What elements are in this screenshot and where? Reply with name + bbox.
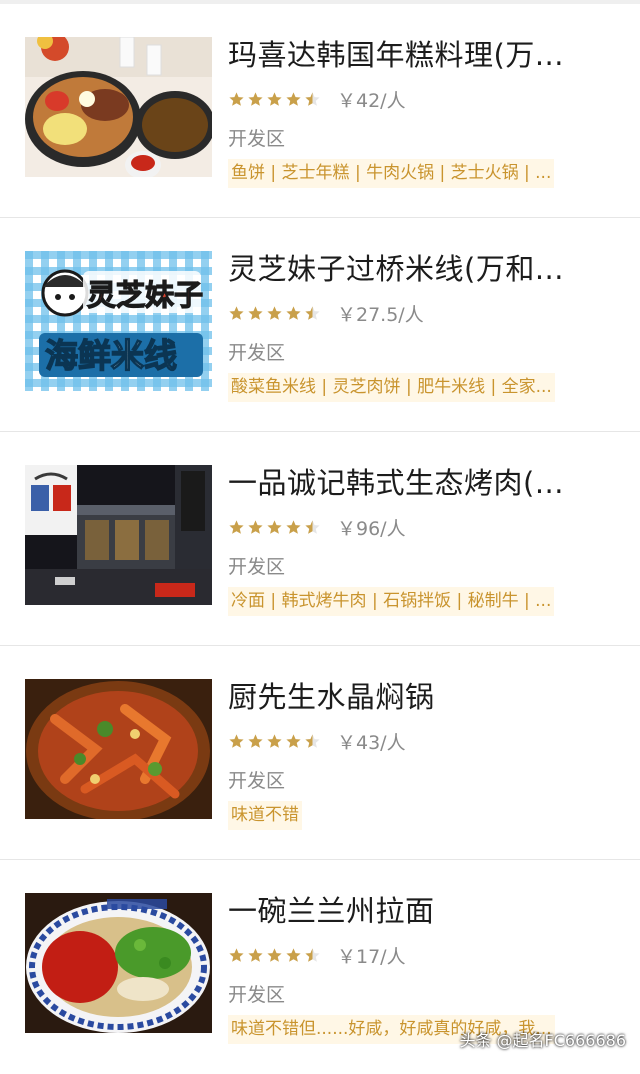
logo-brand-text: 灵芝妹子	[87, 278, 203, 312]
district-label: 开发区	[228, 556, 286, 578]
star-icon	[229, 305, 244, 320]
star-icon	[286, 733, 301, 748]
half-star-icon	[305, 519, 320, 534]
rating-row: ￥42/人	[228, 86, 406, 112]
star-icon	[286, 519, 301, 534]
dish-tags: 冷面 | 韩式烤牛肉 | 石锅拌饭 | 秘制牛 | ...	[228, 587, 555, 616]
restaurant-photo[interactable]	[25, 37, 212, 177]
star-rating	[228, 305, 321, 322]
star-icon	[286, 91, 301, 106]
restaurant-photo[interactable]	[25, 679, 212, 819]
star-icon	[229, 519, 244, 534]
star-icon	[286, 305, 301, 320]
restaurant-photo[interactable]: 灵芝妹子 海鲜米线	[25, 251, 212, 391]
rating-row: ￥43/人	[228, 728, 406, 754]
rating-row: ￥27.5/人	[228, 300, 424, 326]
star-rating	[228, 91, 321, 108]
restaurant-card[interactable]: 厨先生水晶焖锅 ￥43/人 开发区 味道不错	[0, 646, 640, 860]
star-icon	[229, 733, 244, 748]
star-icon	[248, 519, 263, 534]
rating-row: ￥96/人	[228, 514, 406, 540]
star-icon	[229, 91, 244, 106]
star-icon	[267, 519, 282, 534]
dish-tags: 酸菜鱼米线 | 灵芝肉饼 | 肥牛米线 | 全家...	[228, 373, 555, 402]
restaurant-name[interactable]: 厨先生水晶焖锅	[228, 677, 588, 717]
half-star-icon	[305, 733, 320, 748]
half-star-icon	[305, 305, 320, 320]
price-per-person: ￥27.5/人	[337, 303, 424, 326]
star-icon	[267, 947, 282, 962]
star-rating	[228, 733, 321, 750]
rating-row: ￥17/人	[228, 942, 406, 968]
restaurant-photo[interactable]	[25, 893, 212, 1033]
restaurant-name[interactable]: 玛喜达韩国年糕料理(万...	[228, 35, 588, 75]
watermark-text: 头条 @起名FC666686	[459, 1031, 626, 1050]
star-icon	[248, 733, 263, 748]
star-rating	[228, 519, 321, 536]
half-star-icon	[305, 91, 320, 106]
price-per-person: ￥43/人	[337, 731, 406, 754]
restaurant-name[interactable]: 一品诚记韩式生态烤肉(...	[228, 463, 588, 503]
district-label: 开发区	[228, 342, 286, 364]
star-rating	[228, 947, 321, 964]
half-star-icon	[305, 947, 320, 962]
restaurant-name[interactable]: 一碗兰兰州拉面	[228, 891, 588, 931]
restaurant-card[interactable]: 玛喜达韩国年糕料理(万... ￥42/人 开发区 鱼饼 | 芝士年糕 | 牛肉火…	[0, 4, 640, 218]
star-icon	[267, 733, 282, 748]
star-icon	[267, 305, 282, 320]
district-label: 开发区	[228, 128, 286, 150]
dish-tags: 味道不错	[228, 801, 302, 830]
star-icon	[267, 91, 282, 106]
star-icon	[286, 947, 301, 962]
star-icon	[248, 91, 263, 106]
price-per-person: ￥17/人	[337, 945, 406, 968]
star-icon	[229, 947, 244, 962]
restaurant-card[interactable]: 灵芝妹子 海鲜米线 灵芝妹子过桥米线(万和... ￥27.5/人 开发区 酸菜鱼…	[0, 218, 640, 432]
star-icon	[248, 947, 263, 962]
price-per-person: ￥42/人	[337, 89, 406, 112]
district-label: 开发区	[228, 984, 286, 1006]
star-icon	[248, 305, 263, 320]
restaurant-list: 玛喜达韩国年糕料理(万... ￥42/人 开发区 鱼饼 | 芝士年糕 | 牛肉火…	[0, 4, 640, 1074]
logo-subtitle-text: 海鲜米线	[45, 336, 177, 375]
price-per-person: ￥96/人	[337, 517, 406, 540]
dish-tags: 鱼饼 | 芝士年糕 | 牛肉火锅 | 芝士火锅 | ...	[228, 159, 555, 188]
restaurant-name[interactable]: 灵芝妹子过桥米线(万和...	[228, 249, 588, 289]
district-label: 开发区	[228, 770, 286, 792]
restaurant-photo[interactable]	[25, 465, 212, 605]
restaurant-card[interactable]: 一品诚记韩式生态烤肉(... ￥96/人 开发区 冷面 | 韩式烤牛肉 | 石锅…	[0, 432, 640, 646]
